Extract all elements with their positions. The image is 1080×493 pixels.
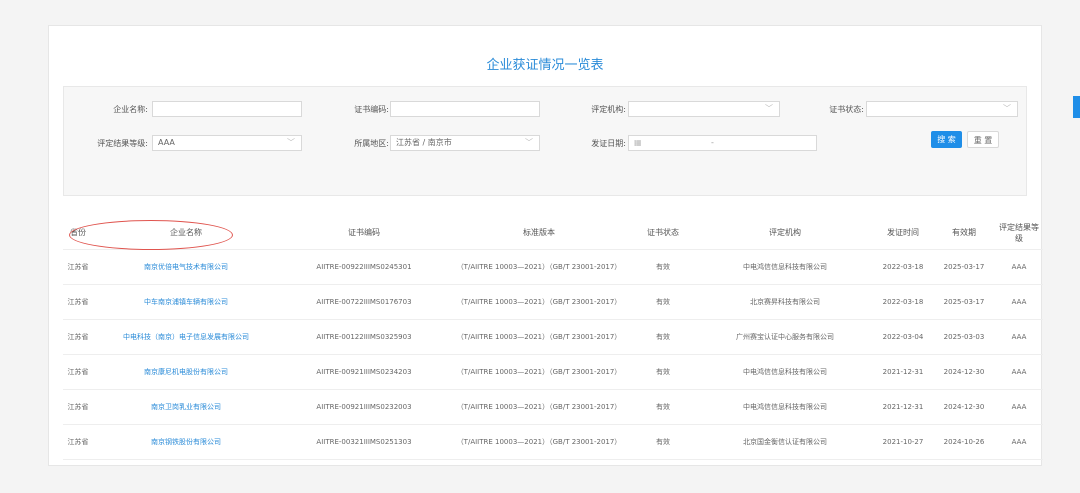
table-cell: 有效 <box>629 284 697 320</box>
table-cell: 有效 <box>629 319 697 355</box>
table-cell: 2022-03-18 <box>873 249 933 285</box>
grade-value: AAA <box>158 138 175 147</box>
chevron-down-icon: ﹀ <box>287 138 295 147</box>
chevron-down-icon: ﹀ <box>525 138 533 147</box>
table-cell: 2025-03-17 <box>933 249 995 285</box>
table-row: 江苏省 中车南京浦镇车辆有限公司 AIITRE-00722IIIMS0176703 （… <box>63 284 1043 320</box>
highlight-annotation-circle <box>69 220 233 250</box>
table-cell: 广州赛宝认证中心服务有限公司 <box>697 319 873 355</box>
col-status: 证书状态 <box>629 216 697 250</box>
col-valid-until: 有效期 <box>933 216 995 250</box>
table-cell: AAA <box>995 284 1043 320</box>
table-cell: （T/AIITRE 10003—2021）（GB/T 23001-2017） <box>449 249 629 285</box>
filter-panel: 企业名称: 证书编码: 评定机构: ﹀ 证书状态: ﹀ 评定结果等级: AAA ﹀… <box>63 86 1027 196</box>
page-title: 企业获证情况一览表 <box>486 58 604 73</box>
table-cell: 江苏省 <box>63 284 93 320</box>
region-label: 所属地区: <box>354 139 389 148</box>
table-row: 江苏省 南京优倍电气技术有限公司 AIITRE-00922IIIMS0245301 （… <box>63 249 1043 285</box>
cert-no-input[interactable] <box>390 101 540 117</box>
side-tab[interactable] <box>1073 96 1080 118</box>
col-grade: 评定结果等级 <box>995 216 1043 250</box>
org-label: 评定机构: <box>591 105 626 114</box>
table-cell: 中电鸿信信息科技有限公司 <box>697 354 873 390</box>
col-issue-date: 发证时间 <box>873 216 933 250</box>
reset-button[interactable]: 重 置 <box>967 131 999 148</box>
region-value: 江苏省 / 南京市 <box>396 138 452 147</box>
table-cell: 2022-03-04 <box>873 319 933 355</box>
table-cell: 2025-03-03 <box>933 319 995 355</box>
date-range-input[interactable]: ▦ - <box>628 135 817 151</box>
table-cell: 2024-10-26 <box>933 424 995 460</box>
grade-label: 评定结果等级: <box>97 139 148 148</box>
table-cell: （T/AIITRE 10003—2021）（GB/T 23001-2017） <box>449 424 629 460</box>
table-cell: （T/AIITRE 10003—2021）（GB/T 23001-2017） <box>449 354 629 390</box>
table-cell: 江苏省 <box>63 354 93 390</box>
table-row: 江苏省 南京钢铁股份有限公司 AIITRE-00321IIIMS0251303 （T/… <box>63 424 1043 460</box>
table-cell: 有效 <box>629 389 697 425</box>
table-cell: 有效 <box>629 424 697 460</box>
table-cell: AIITRE-00321IIIMS0251303 <box>279 424 449 460</box>
table-cell: 2021-12-31 <box>873 354 933 390</box>
table-cell: AAA <box>995 389 1043 425</box>
company-link[interactable]: 南京钢铁股份有限公司 <box>93 424 279 460</box>
company-link[interactable]: 中电科技（南京）电子信息发展有限公司 <box>93 319 279 355</box>
table-cell: 江苏省 <box>63 319 93 355</box>
table-row: 江苏省 南京康尼机电股份有限公司 AIITRE-00921IIIMS0234203 （… <box>63 354 1043 390</box>
col-org: 评定机构 <box>697 216 873 250</box>
col-cert-no: 证书编码 <box>279 216 449 250</box>
table-cell: 2024-12-30 <box>933 389 995 425</box>
table-cell: AAA <box>995 249 1043 285</box>
company-input[interactable] <box>152 101 302 117</box>
chevron-down-icon: ﹀ <box>765 104 773 113</box>
certificate-table: 省份 企业名称 证书编码 标准版本 证书状态 评定机构 发证时间 有效期 评定结… <box>63 216 1043 460</box>
chevron-down-icon: ﹀ <box>1003 104 1011 113</box>
table-cell: （T/AIITRE 10003—2021）（GB/T 23001-2017） <box>449 319 629 355</box>
company-link[interactable]: 南京优倍电气技术有限公司 <box>93 249 279 285</box>
table-cell: 有效 <box>629 249 697 285</box>
search-button[interactable]: 搜 索 <box>931 131 962 148</box>
table-cell: 2022-03-18 <box>873 284 933 320</box>
table-cell: 江苏省 <box>63 389 93 425</box>
table-cell: AIITRE-00722IIIMS0176703 <box>279 284 449 320</box>
region-select[interactable]: 江苏省 / 南京市 ﹀ <box>390 135 540 151</box>
company-link[interactable]: 中车南京浦镇车辆有限公司 <box>93 284 279 320</box>
calendar-icon: ▦ <box>634 138 642 147</box>
table-cell: AAA <box>995 319 1043 355</box>
table-cell: 2025-03-17 <box>933 284 995 320</box>
company-link[interactable]: 南京康尼机电股份有限公司 <box>93 354 279 390</box>
table-cell: （T/AIITRE 10003—2021）（GB/T 23001-2017） <box>449 389 629 425</box>
table-cell: AAA <box>995 424 1043 460</box>
table-cell: 中电鸿信信息科技有限公司 <box>697 389 873 425</box>
table-cell: 2021-12-31 <box>873 389 933 425</box>
table-cell: 北京赛昇科技有限公司 <box>697 284 873 320</box>
date-label: 发证日期: <box>591 139 626 148</box>
company-link[interactable]: 南京卫岗乳业有限公司 <box>93 389 279 425</box>
col-standard: 标准版本 <box>449 216 629 250</box>
table-cell: AIITRE-00122IIIMS0325903 <box>279 319 449 355</box>
grade-select[interactable]: AAA ﹀ <box>152 135 302 151</box>
table-cell: 有效 <box>629 354 697 390</box>
date-range-separator: - <box>711 138 714 147</box>
cert-no-label: 证书编码: <box>354 105 389 114</box>
table-cell: AIITRE-00921IIIMS0232003 <box>279 389 449 425</box>
table-cell: 2024-12-30 <box>933 354 995 390</box>
table-cell: AAA <box>995 354 1043 390</box>
table-cell: 江苏省 <box>63 249 93 285</box>
table-cell: 江苏省 <box>63 424 93 460</box>
status-label: 证书状态: <box>829 105 864 114</box>
table-cell: （T/AIITRE 10003—2021）（GB/T 23001-2017） <box>449 284 629 320</box>
table-row: 江苏省 南京卫岗乳业有限公司 AIITRE-00921IIIMS0232003 （T/… <box>63 389 1043 425</box>
table-cell: 中电鸿信信息科技有限公司 <box>697 249 873 285</box>
table-row: 江苏省 中电科技（南京）电子信息发展有限公司 AIITRE-00122IIIMS03… <box>63 319 1043 355</box>
org-select[interactable]: ﹀ <box>628 101 780 117</box>
table-cell: AIITRE-00922IIIMS0245301 <box>279 249 449 285</box>
table-cell: 2021-10-27 <box>873 424 933 460</box>
status-select[interactable]: ﹀ <box>866 101 1018 117</box>
table-cell: AIITRE-00921IIIMS0234203 <box>279 354 449 390</box>
table-cell: 北京国金衡信认证有限公司 <box>697 424 873 460</box>
company-label: 企业名称: <box>113 105 148 114</box>
